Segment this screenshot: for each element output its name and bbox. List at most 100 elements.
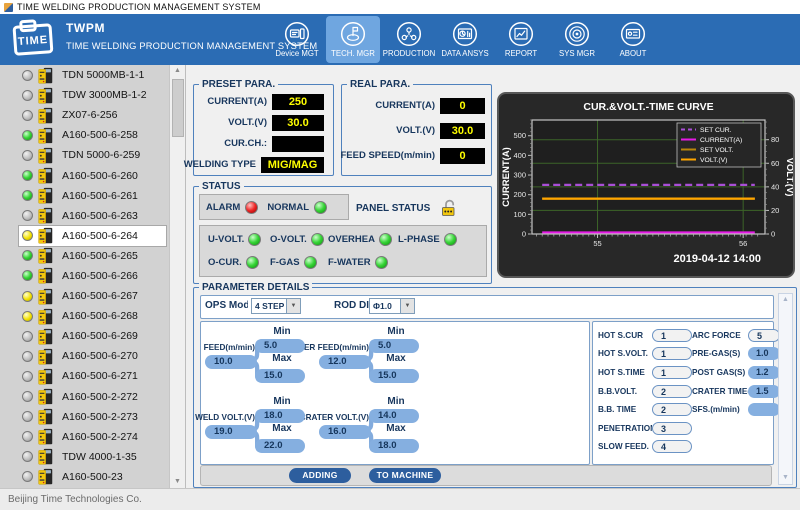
device-list-item[interactable]: A160-500-6-261 <box>19 186 166 206</box>
ops-mode-select[interactable]: 4 STEP <box>251 298 301 314</box>
max-value-field[interactable]: 15.0 <box>255 369 305 383</box>
action-button-strip: ADDING TO MACHINE <box>200 465 772 486</box>
device-list-item[interactable]: A160-500-2-272 <box>19 387 166 407</box>
ops-mode-value: 4 STEP <box>252 299 286 313</box>
scroll-down-icon[interactable] <box>170 476 185 488</box>
device-name: A160-500-6-269 <box>62 330 138 342</box>
device-list-item[interactable]: A160-500-6-263 <box>19 206 166 226</box>
max-value-field[interactable]: 15.0 <box>369 369 419 383</box>
nav-button-tech-mgr[interactable]: TECH. MGR <box>326 16 380 63</box>
extra-param-row: SFS.(m/min) <box>692 400 780 419</box>
sidebar-scrollbar[interactable] <box>169 65 185 488</box>
extra-param-row: POST GAS(S) 1.2 <box>692 363 780 382</box>
min-value-field[interactable]: 5.0 <box>255 339 305 353</box>
rod-dia-select[interactable]: Φ1.0 <box>369 298 415 314</box>
set-value-field[interactable]: 19.0 <box>205 425 257 439</box>
extra-param-field[interactable]: 1.2 <box>748 366 780 379</box>
chevron-down-icon[interactable] <box>286 299 300 313</box>
chevron-down-icon[interactable] <box>400 299 414 313</box>
extra-param-field[interactable]: 3 <box>652 422 692 435</box>
extra-param-field[interactable] <box>748 403 780 416</box>
parameter-details-title: PARAMETER DETAILS <box>199 281 312 294</box>
window-title: TIME WELDING PRODUCTION MANAGEMENT SYSTE… <box>17 2 261 12</box>
nav-button-report[interactable]: REPORT <box>494 16 548 63</box>
real-rows: CURRENT(A) 0 VOLT.(V) 30.0 FEED SPEED(m/… <box>342 85 491 168</box>
rod-dia-value: Φ1.0 <box>370 299 400 313</box>
nav-label: REPORT <box>505 49 537 58</box>
range-param-group: WELD VOLT.(V) Min Max { 18.0 19.0 22.0 <box>205 398 317 462</box>
nav-button-data-ansys[interactable]: DATA ANSYS <box>438 16 492 63</box>
svg-text:100: 100 <box>513 210 526 219</box>
scroll-down-icon[interactable] <box>779 472 792 484</box>
nav-label: PRODUCTION <box>383 49 435 58</box>
param-row: WELDING TYPE MIG/MAG <box>194 154 333 175</box>
extra-param-field[interactable]: 1 <box>652 329 692 342</box>
range-param-group: CRATER FEED(m/min) Min Max { 5.0 12.0 15… <box>319 328 431 392</box>
welding-machine-icon <box>38 308 53 325</box>
details-scrollbar[interactable] <box>778 293 793 485</box>
device-name: A160-500-6-263 <box>62 210 138 222</box>
extra-param-field[interactable]: 1 <box>652 366 692 379</box>
extra-param-label: B.B.VOLT. <box>598 387 652 396</box>
device-list-item[interactable]: ZX07-6-256 <box>19 105 166 125</box>
range-param-label: WELD VOLT.(V) <box>125 413 255 422</box>
device-list-item[interactable]: A160-500-6-268 <box>19 306 166 326</box>
device-list-item[interactable]: A160-500-6-266 <box>19 266 166 286</box>
adding-button[interactable]: ADDING <box>289 468 351 483</box>
production-icon <box>396 21 422 47</box>
param-row: CURRENT(A) 0 <box>342 93 491 118</box>
min-value-field[interactable]: 18.0 <box>255 409 305 423</box>
extra-param-field[interactable]: 2 <box>652 403 692 416</box>
preset-para-title: PRESET PARA. <box>199 78 278 91</box>
device-name: A160-500-23 <box>62 471 123 483</box>
to-machine-button[interactable]: TO MACHINE <box>369 468 441 483</box>
scroll-up-icon[interactable] <box>779 294 792 306</box>
extra-param-field[interactable]: 5 <box>748 329 780 342</box>
welding-machine-icon <box>38 147 53 164</box>
set-value-field[interactable]: 16.0 <box>319 425 371 439</box>
device-list-item[interactable]: TDN 5000-6-259 <box>19 145 166 165</box>
device-list-item[interactable]: A160-500-6-271 <box>19 366 166 386</box>
max-value-field[interactable]: 22.0 <box>255 439 305 453</box>
normal-led <box>314 201 327 214</box>
device-list-item[interactable]: A160-500-6-260 <box>19 165 166 185</box>
min-value-field[interactable]: 5.0 <box>369 339 419 353</box>
device-list-item[interactable]: A160-500-6-265 <box>19 246 166 266</box>
scrollbar-thumb[interactable] <box>172 79 184 137</box>
extra-param-field[interactable]: 1 <box>652 347 692 360</box>
status-led-label: F-WATER <box>328 257 371 268</box>
device-list-item[interactable]: A160-500-6-258 <box>19 125 166 145</box>
set-value-field[interactable]: 12.0 <box>319 355 371 369</box>
welding-machine-icon <box>38 247 53 264</box>
nav-button-device-mgt[interactable]: Device MGT <box>270 16 324 63</box>
device-list-item[interactable]: TDW 3000MB-1-2 <box>19 85 166 105</box>
device-list-item[interactable]: A160-500-23 <box>19 467 166 487</box>
nav-button-about[interactable]: ABOUT <box>606 16 660 63</box>
scroll-up-icon[interactable] <box>170 65 185 77</box>
status-led-cell: O-VOLT. <box>270 233 328 246</box>
device-name: A160-500-6-265 <box>62 250 138 262</box>
svg-text:VOLT.(V): VOLT.(V) <box>700 157 727 164</box>
min-value-field[interactable]: 14.0 <box>369 409 419 423</box>
device-list-item[interactable]: A160-500-6-264 <box>19 226 166 246</box>
device-list-item[interactable]: TDW 4000-1-35 <box>19 447 166 467</box>
extra-param-field[interactable]: 1.5 <box>748 385 780 398</box>
cur-volt-time-chart: CUR.&VOLT.-TIME CURVE0100200300400500020… <box>499 94 793 276</box>
set-value-field[interactable]: 10.0 <box>205 355 257 369</box>
device-name: A160-500-6-268 <box>62 310 138 322</box>
extra-param-field[interactable]: 4 <box>652 440 692 453</box>
device-name: A160-500-6-271 <box>62 370 138 382</box>
nav-button-production[interactable]: PRODUCTION <box>382 16 436 63</box>
max-value-field[interactable]: 18.0 <box>369 439 419 453</box>
extra-param-field[interactable]: 1.0 <box>748 347 780 360</box>
device-list-item[interactable]: TDN 5000MB-1-1 <box>19 65 166 85</box>
nav-button-sys-mgr[interactable]: SYS MGR <box>550 16 604 63</box>
window-titlebar: TIME WELDING PRODUCTION MANAGEMENT SYSTE… <box>0 0 800 14</box>
device-list-item[interactable]: A160-500-6-267 <box>19 286 166 306</box>
status-led-indicator <box>444 233 457 246</box>
device-list-item[interactable]: A160-500-2-274 <box>19 427 166 447</box>
welding-machine-icon <box>38 328 53 345</box>
extra-param-field[interactable]: 2 <box>652 385 692 398</box>
device-status-led <box>22 130 33 141</box>
real-para-group: REAL PARA. CURRENT(A) 0 VOLT.(V) 30.0 FE… <box>341 84 492 176</box>
